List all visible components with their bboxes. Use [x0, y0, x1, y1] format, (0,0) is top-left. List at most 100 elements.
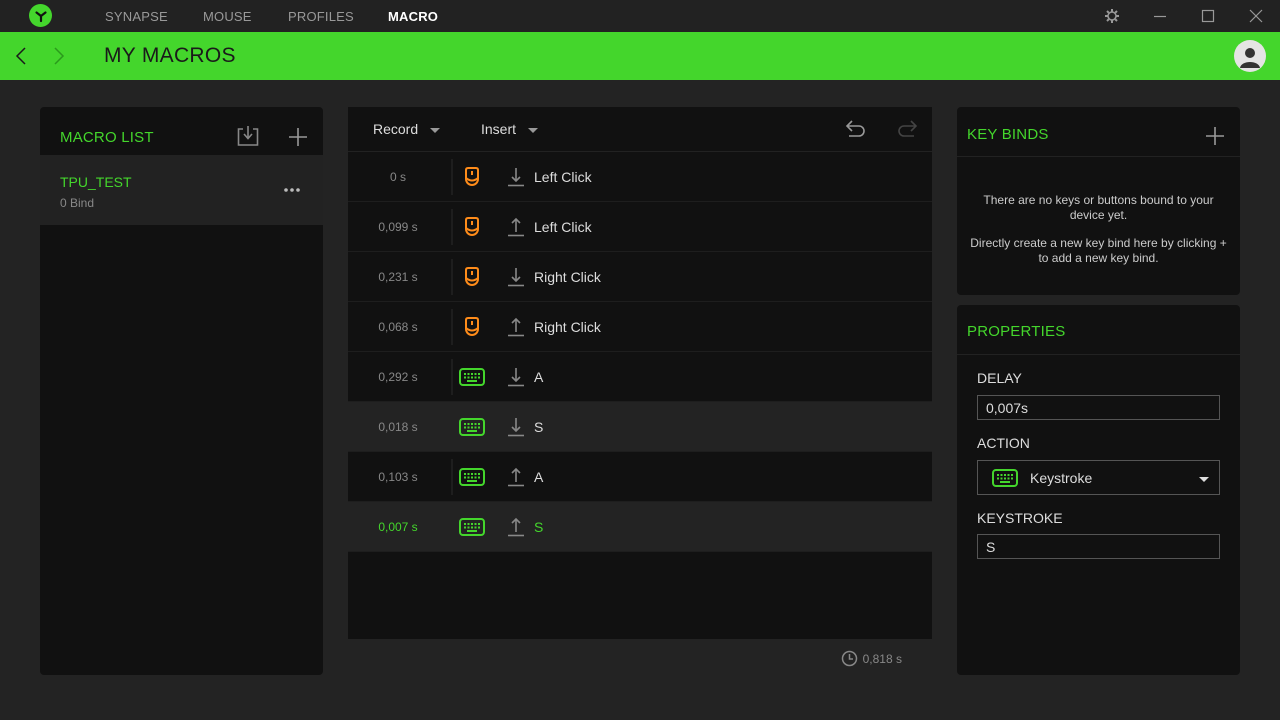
- device-type: [458, 415, 486, 439]
- tab-synapse[interactable]: SYNAPSE: [105, 9, 168, 24]
- chevron-left-icon: [15, 47, 26, 65]
- razer-logo-icon[interactable]: [29, 4, 52, 27]
- redo-button[interactable]: [895, 117, 919, 141]
- macro-event-row[interactable]: 0,099 s Left Click: [348, 202, 932, 252]
- caret-down-icon: [1199, 477, 1209, 482]
- properties-panel: PROPERTIES DELAY ACTION Keystroke KEYSTR…: [957, 305, 1240, 675]
- key-binds-empty-hint: Directly create a new key bind here by c…: [970, 236, 1227, 265]
- clock-icon: [841, 650, 857, 667]
- event-direction: [507, 316, 525, 338]
- mouse-icon: [465, 217, 479, 236]
- tab-profiles[interactable]: PROFILES: [288, 9, 354, 24]
- page-title: MY MACROS: [104, 44, 236, 67]
- settings-icon: [1105, 9, 1119, 23]
- keyboard-icon: [459, 468, 485, 486]
- event-label: A: [534, 369, 544, 385]
- macro-event-row[interactable]: 0,103 s A: [348, 452, 932, 502]
- macro-event-row[interactable]: 0,068 s Right Click: [348, 302, 932, 352]
- add-macro-button[interactable]: [286, 125, 310, 149]
- macro-name: TPU_TEST: [60, 174, 132, 190]
- event-delay[interactable]: 0 s: [348, 170, 448, 184]
- redo-icon: [898, 120, 918, 137]
- caret-down-icon: [528, 127, 539, 133]
- tab-mouse[interactable]: MOUSE: [203, 9, 252, 24]
- key-down-icon: [508, 268, 524, 287]
- event-delay[interactable]: 0,292 s: [348, 370, 448, 384]
- record-label: Record: [373, 121, 419, 137]
- event-direction: [507, 166, 525, 188]
- macro-event-row[interactable]: 0 s Left Click: [348, 152, 932, 202]
- tab-macro[interactable]: MACRO: [388, 9, 438, 24]
- event-label: Right Click: [534, 319, 601, 335]
- macro-event-row[interactable]: 0,007 s S: [348, 502, 932, 552]
- macro-list-item[interactable]: TPU_TEST 0 Bind: [40, 155, 323, 225]
- row-divider: [451, 209, 453, 245]
- row-divider: [451, 259, 453, 295]
- macro-event-row[interactable]: 0,292 s A: [348, 352, 932, 402]
- plus-icon: [1206, 127, 1224, 145]
- minimize-button[interactable]: [1136, 0, 1184, 32]
- row-divider: [451, 359, 453, 395]
- mouse-icon: [465, 167, 479, 186]
- forward-button[interactable]: [52, 46, 66, 71]
- device-type: [458, 465, 486, 489]
- caret-down-icon: [430, 127, 441, 133]
- close-icon: [1249, 9, 1263, 23]
- record-dropdown[interactable]: Record: [373, 121, 441, 137]
- device-type: [458, 265, 486, 289]
- key-binds-divider: [957, 156, 1240, 157]
- keystroke-label: KEYSTROKE: [977, 510, 1063, 526]
- event-delay[interactable]: 0,099 s: [348, 220, 448, 234]
- event-delay[interactable]: 0,018 s: [348, 420, 448, 434]
- user-icon: [1240, 48, 1260, 68]
- settings-button[interactable]: [1088, 0, 1136, 32]
- editor-footer: 0,818 s: [348, 639, 932, 675]
- event-label: S: [534, 419, 544, 435]
- event-delay[interactable]: 0,231 s: [348, 270, 448, 284]
- page-header: MY MACROS: [0, 32, 1280, 80]
- macro-more-button[interactable]: [280, 182, 304, 198]
- event-label: Right Click: [534, 269, 601, 285]
- key-down-icon: [508, 168, 524, 187]
- chevron-right-icon: [54, 47, 65, 65]
- row-divider: [451, 309, 453, 345]
- event-label: Left Click: [534, 219, 592, 235]
- import-icon: [237, 126, 259, 146]
- macro-event-row[interactable]: 0,018 s S: [348, 402, 932, 452]
- insert-dropdown[interactable]: Insert: [481, 121, 539, 137]
- key-down-icon: [508, 368, 524, 387]
- keystroke-input[interactable]: [977, 534, 1220, 559]
- back-button[interactable]: [14, 46, 28, 71]
- keyboard-icon: [459, 518, 485, 536]
- action-value: Keystroke: [1030, 469, 1093, 486]
- event-delay[interactable]: 0,007 s: [348, 520, 448, 534]
- event-direction: [507, 266, 525, 288]
- delay-input[interactable]: [977, 395, 1220, 420]
- key-up-icon: [508, 317, 524, 337]
- event-delay[interactable]: 0,103 s: [348, 470, 448, 484]
- close-button[interactable]: [1232, 0, 1280, 32]
- macro-list-title: MACRO LIST: [60, 129, 154, 146]
- key-binds-empty-message: There are no keys or buttons bound to yo…: [983, 193, 1214, 222]
- event-delay[interactable]: 0,068 s: [348, 320, 448, 334]
- key-up-icon: [508, 517, 524, 537]
- row-divider: [451, 159, 453, 195]
- macro-event-row[interactable]: 0,231 s Right Click: [348, 252, 932, 302]
- device-type: [458, 365, 486, 389]
- action-label: ACTION: [977, 435, 1030, 451]
- undo-button[interactable]: [844, 117, 868, 141]
- event-direction: [507, 516, 525, 538]
- mouse-icon: [465, 267, 479, 286]
- action-select[interactable]: Keystroke: [977, 460, 1220, 495]
- event-label: S: [534, 519, 544, 535]
- import-macro-button[interactable]: [236, 124, 260, 148]
- add-key-bind-button[interactable]: [1203, 124, 1227, 148]
- key-down-icon: [508, 418, 524, 437]
- keyboard-icon: [459, 418, 485, 436]
- device-type: [458, 315, 486, 339]
- keyboard-icon: [459, 368, 485, 386]
- avatar[interactable]: [1234, 40, 1266, 72]
- mouse-icon: [465, 317, 479, 336]
- maximize-button[interactable]: [1184, 0, 1232, 32]
- keyboard-icon: [992, 468, 1018, 487]
